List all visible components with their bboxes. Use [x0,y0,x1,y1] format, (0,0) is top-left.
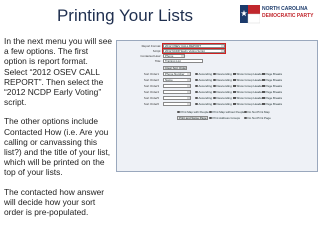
sort-row: Sort Order6 Ascending Descending Show Gr… [117,102,317,106]
descending-radio[interactable] [213,84,216,88]
ascending-label: Ascending [198,90,213,94]
nc-flag-icon [240,3,260,25]
page-breaks-checkbox[interactable] [262,78,265,82]
descending-radio[interactable] [213,72,216,76]
descending-label: Descending [216,84,232,88]
sort-order-label: Sort Order5 [143,96,159,100]
do-not-print-map-radio[interactable] [244,110,247,114]
sort-order-select[interactable] [163,102,191,106]
sort-order-label: Sort Order4 [143,90,159,94]
script-label: Script: [152,49,161,53]
ascending-radio[interactable] [195,78,198,82]
page-breaks-label: Page Breaks [265,78,283,82]
show-group-header-label: Show Group Header [236,84,263,88]
paragraph-report-format: In the next menu you will see a few opti… [4,36,113,108]
sort-order-select[interactable]: Phone Number [163,72,191,76]
page-breaks-checkbox[interactable] [262,102,265,106]
sort-row: Sort Order3 Ascending Descending Show Gr… [117,84,317,88]
print-map-with-people-radio[interactable] [177,110,180,114]
print-same-page-button[interactable]: Print and Same Page [177,116,209,120]
show-group-header-checkbox[interactable] [233,90,236,94]
title-input[interactable]: Training List [163,59,203,63]
page-breaks-checkbox[interactable] [262,96,265,100]
descending-label: Descending [216,72,232,76]
descending-radio[interactable] [213,78,216,82]
sort-order-label: Sort Order6 [143,102,159,106]
show-group-header-checkbox[interactable] [233,78,236,82]
descending-label: Descending [216,96,232,100]
show-group-header-checkbox[interactable] [233,102,236,106]
show-group-header-label: Show Group Header [236,72,263,76]
descending-radio[interactable] [213,102,216,106]
sort-order-select[interactable] [163,96,191,100]
print-map-with-people-label: Print Map with People [180,110,209,114]
page-breaks-label: Page Breaks [265,102,283,106]
sort-order-select[interactable] [163,90,191,94]
page-breaks-checkbox[interactable] [262,84,265,88]
contacted-how-select[interactable]: Phone [163,54,185,58]
sort-row: Sort Order1 Phone Number Ascending Desce… [117,72,317,76]
descending-label: Descending [216,78,232,82]
ascending-radio[interactable] [195,96,198,100]
ascending-label: Ascending [198,102,213,106]
page-breaks-label: Page Breaks [265,72,283,76]
ascending-radio[interactable] [195,90,198,94]
show-group-header-checkbox[interactable] [233,72,236,76]
print-address-groups-label: Print Address Groups [212,116,240,120]
ascending-label: Ascending [198,84,213,88]
show-group-header-label: Show Group Header [236,90,263,94]
page-breaks-checkbox[interactable] [262,72,265,76]
page-breaks-checkbox[interactable] [262,90,265,94]
ascending-radio[interactable] [195,72,198,76]
sort-order-label: Sort Order3 [143,84,159,88]
descending-radio[interactable] [213,90,216,94]
title-label: Title: [154,59,161,63]
show-group-header-label: Show Group Header [236,102,263,106]
descending-radio[interactable] [213,96,216,100]
print-map-without-people-label: Print Map without People [212,110,245,114]
ascending-radio[interactable] [195,84,198,88]
page-breaks-label: Page Breaks [265,90,283,94]
do-not-print-page-label: Do Not Print Page [247,116,271,120]
report-options-screenshot: Report Format: 2012 OSEV CALL REPORT Scr… [116,40,318,172]
show-group-header-label: Show Group Header [236,96,263,100]
sort-order-label: Sort Order2 [143,78,159,82]
ascending-label: Ascending [198,96,213,100]
descending-label: Descending [216,90,232,94]
page-breaks-label: Page Breaks [265,96,283,100]
sort-order-label: Sort Order1 [143,72,159,76]
sort-order-select[interactable]: Name [163,78,191,82]
contacted-how-label: Contacted How: [140,54,161,58]
show-group-header-label: Show Group Header [236,78,263,82]
print-address-groups-radio[interactable] [209,116,212,120]
ascending-radio[interactable] [195,102,198,106]
do-not-print-page-radio[interactable] [244,116,247,120]
page-breaks-label: Page Breaks [265,84,283,88]
show-group-header-checkbox[interactable] [233,84,236,88]
paragraph-other-options: The other options include Contacted How … [4,116,111,178]
print-map-without-people-radio[interactable] [209,110,212,114]
script-select[interactable]: 2012 NCDP Early Voting Script [162,48,226,54]
slide-body: In the next menu you will see a few opti… [4,36,112,226]
report-format-select[interactable]: 2012 OSEV CALL REPORT [162,43,226,49]
slide-title: Printing Your Lists [56,6,194,25]
report-format-label: Report Format: [141,44,161,48]
sort-order-select[interactable] [163,84,191,88]
do-not-print-map-label: Do Not Print Map [247,110,270,114]
sort-row: Sort Order2 Name Ascending Descending Sh… [117,78,317,82]
ascending-label: Ascending [198,78,213,82]
logo-line-2: DEMOCRATIC PARTY [262,13,314,19]
sort-row: Sort Order5 Ascending Descending Show Gr… [117,96,317,100]
descending-label: Descending [216,102,232,106]
clear-sort-order-button[interactable]: Clear Sort Order [163,66,187,70]
ascending-label: Ascending [198,72,213,76]
logo-line-1: NORTH CAROLINA [262,6,308,12]
ncdp-logo: NORTH CAROLINA DEMOCRATIC PARTY [240,2,318,28]
sort-row: Sort Order4 Ascending Descending Show Gr… [117,90,317,94]
paragraph-contacted-how: The contacted how answer will decide how… [4,186,105,218]
show-group-header-checkbox[interactable] [233,96,236,100]
